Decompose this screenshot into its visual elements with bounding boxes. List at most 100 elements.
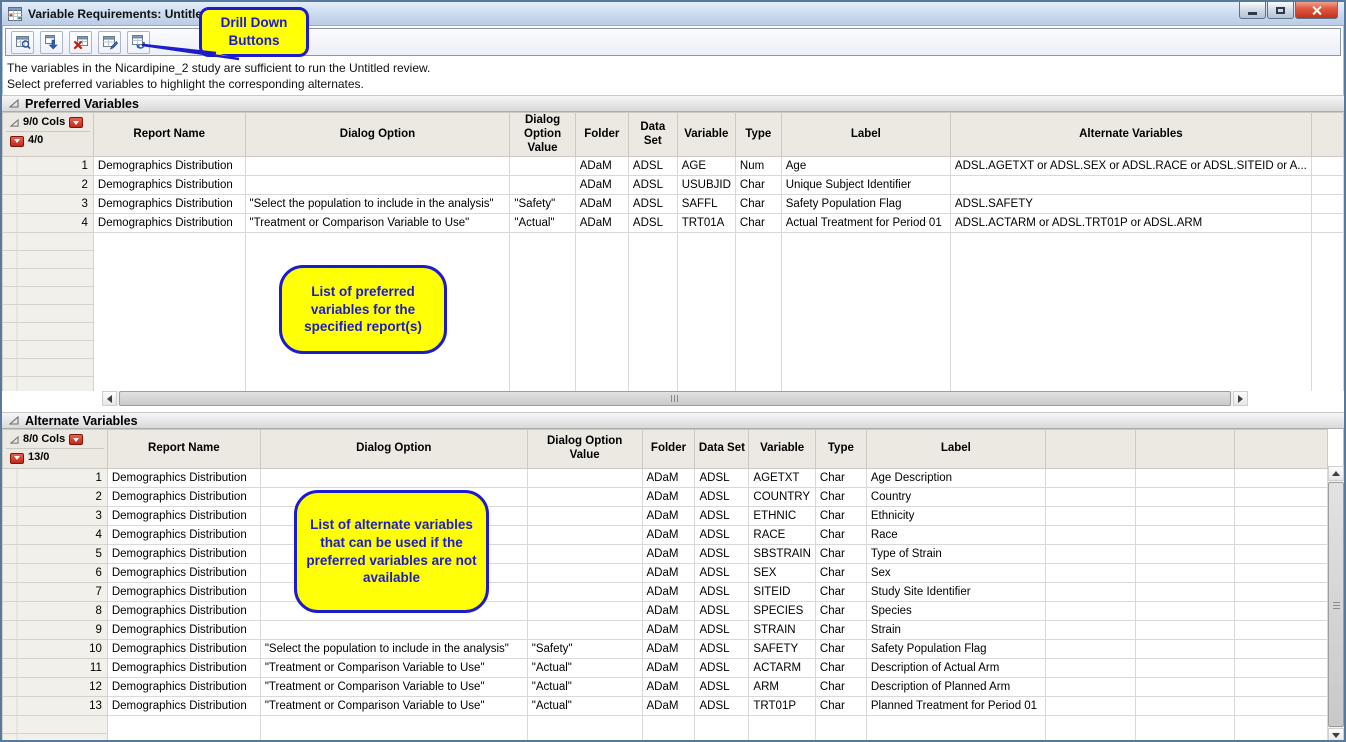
row-number[interactable]: 10 xyxy=(3,640,108,659)
cell-label[interactable] xyxy=(866,716,1045,734)
cell-data-set[interactable] xyxy=(628,305,677,323)
cell-data-set[interactable]: ADSL xyxy=(628,214,677,233)
minimize-button[interactable] xyxy=(1239,2,1266,19)
cell-dialog-option-value[interactable] xyxy=(527,526,642,545)
cell-report-name[interactable] xyxy=(93,359,245,377)
table-row[interactable] xyxy=(3,341,1344,359)
cell-data-set[interactable]: ADSL xyxy=(695,659,749,678)
cell-dialog-option[interactable] xyxy=(260,734,527,742)
cell-dialog-option-value[interactable] xyxy=(527,621,642,640)
cell-dialog-option-value[interactable]: "Actual" xyxy=(527,678,642,697)
cell-label[interactable] xyxy=(781,233,950,251)
cell-data-set[interactable]: ADSL xyxy=(695,526,749,545)
cell-dialog-option-value[interactable] xyxy=(510,359,575,377)
cell-variable[interactable] xyxy=(677,287,735,305)
cell-label[interactable]: Study Site Identifier xyxy=(866,583,1045,602)
horizontal-scrollbar[interactable] xyxy=(102,391,1248,406)
cell-data-set[interactable] xyxy=(628,287,677,305)
cell-folder[interactable]: ADaM xyxy=(642,621,695,640)
cell-folder[interactable]: ADaM xyxy=(642,659,695,678)
cell-alternate-variables[interactable]: ADSL.AGETXT or ADSL.SEX or ADSL.RACE or … xyxy=(950,157,1311,176)
cell-dialog-option-value[interactable] xyxy=(527,507,642,526)
cell-type[interactable] xyxy=(735,251,781,269)
cell-dialog-option-value[interactable]: "Actual" xyxy=(510,214,575,233)
cell-data-set[interactable]: ADSL xyxy=(695,583,749,602)
table-row[interactable] xyxy=(3,251,1344,269)
cell-label[interactable]: Safety Population Flag xyxy=(781,195,950,214)
cell-label[interactable]: Species xyxy=(866,602,1045,621)
cell-type[interactable]: Char xyxy=(815,526,866,545)
cell-folder[interactable]: ADaM xyxy=(642,640,695,659)
table-row[interactable] xyxy=(3,359,1344,377)
cell-type[interactable] xyxy=(815,716,866,734)
cell-label[interactable]: Sex xyxy=(866,564,1045,583)
cell-data-set[interactable]: ADSL xyxy=(695,602,749,621)
cell-data-set[interactable]: ADSL xyxy=(695,564,749,583)
cell-dialog-option-value[interactable] xyxy=(510,157,575,176)
cell-variable[interactable]: SPECIES xyxy=(749,602,816,621)
scroll-left-button[interactable] xyxy=(102,391,117,406)
cell-alternate-variables[interactable] xyxy=(950,305,1311,323)
cell-alternate-variables[interactable] xyxy=(950,269,1311,287)
cell-label[interactable] xyxy=(781,305,950,323)
cell-type[interactable] xyxy=(735,287,781,305)
cell-label[interactable] xyxy=(781,341,950,359)
row-number[interactable]: 4 xyxy=(3,214,94,233)
cell-report-name[interactable]: Demographics Distribution xyxy=(107,488,260,507)
cell-variable[interactable]: RACE xyxy=(749,526,816,545)
row-number[interactable]: 3 xyxy=(3,195,94,214)
cell-variable[interactable]: SAFETY xyxy=(749,640,816,659)
cell-label[interactable]: Age Description xyxy=(866,469,1045,488)
cell-dialog-option-value[interactable] xyxy=(527,602,642,621)
cell-report-name[interactable]: Demographics Distribution xyxy=(107,678,260,697)
cell-alternate-variables[interactable] xyxy=(950,233,1311,251)
cell-folder[interactable] xyxy=(575,377,628,391)
cell-dialog-option-value[interactable] xyxy=(510,287,575,305)
column-header-dialog-option-value[interactable]: Dialog Option Value xyxy=(527,430,642,469)
cell-folder[interactable]: ADaM xyxy=(642,602,695,621)
column-header-label[interactable]: Label xyxy=(866,430,1045,469)
cell-data-set[interactable] xyxy=(628,251,677,269)
cell-folder[interactable] xyxy=(575,287,628,305)
cell-report-name[interactable]: Demographics Distribution xyxy=(107,507,260,526)
table-row[interactable]: 2 Demographics Distribution ADaM ADSL US… xyxy=(3,176,1344,195)
cell-report-name[interactable] xyxy=(93,287,245,305)
horizontal-scroll-thumb[interactable] xyxy=(119,391,1231,406)
row-number[interactable]: 7 xyxy=(3,583,108,602)
row-number[interactable]: 2 xyxy=(3,488,108,507)
table-row[interactable]: 11 Demographics Distribution "Treatment … xyxy=(3,659,1328,678)
cell-report-name[interactable]: Demographics Distribution xyxy=(107,469,260,488)
table-row[interactable]: 5 Demographics Distribution ADaM ADSL SB… xyxy=(3,545,1328,564)
rows-menu-icon[interactable] xyxy=(10,136,24,147)
cell-dialog-option-value[interactable] xyxy=(527,583,642,602)
row-number[interactable] xyxy=(3,269,94,287)
cell-variable[interactable]: SBSTRAIN xyxy=(749,545,816,564)
column-header-folder[interactable]: Folder xyxy=(642,430,695,469)
cell-data-set[interactable] xyxy=(628,377,677,391)
cell-report-name[interactable] xyxy=(93,251,245,269)
cell-folder[interactable]: ADaM xyxy=(642,545,695,564)
cell-dialog-option[interactable] xyxy=(245,233,510,251)
column-header-label[interactable]: Label xyxy=(781,113,950,157)
alternate-variables-section-header[interactable]: Alternate Variables xyxy=(2,412,1344,429)
cell-dialog-option-value[interactable] xyxy=(527,469,642,488)
cell-data-set[interactable]: ADSL xyxy=(628,157,677,176)
table-row[interactable]: 7 Demographics Distribution ADaM ADSL SI… xyxy=(3,583,1328,602)
cell-dialog-option[interactable] xyxy=(260,716,527,734)
row-number[interactable] xyxy=(3,377,94,391)
cell-data-set[interactable]: ADSL xyxy=(695,469,749,488)
cell-folder[interactable]: ADaM xyxy=(642,678,695,697)
cell-dialog-option-value[interactable]: "Actual" xyxy=(527,697,642,716)
row-number[interactable]: 12 xyxy=(3,678,108,697)
row-number[interactable] xyxy=(3,716,108,734)
column-header-type[interactable]: Type xyxy=(815,430,866,469)
cell-dialog-option-value[interactable] xyxy=(510,305,575,323)
cell-dialog-option[interactable]: "Select the population to include in the… xyxy=(260,640,527,659)
cell-report-name[interactable] xyxy=(93,305,245,323)
cell-report-name[interactable]: Demographics Distribution xyxy=(107,564,260,583)
cell-variable[interactable]: AGETXT xyxy=(749,469,816,488)
cell-variable[interactable]: STRAIN xyxy=(749,621,816,640)
column-header-dialog-option[interactable]: Dialog Option xyxy=(245,113,510,157)
columns-menu-icon[interactable] xyxy=(69,434,83,445)
cell-alternate-variables[interactable] xyxy=(950,323,1311,341)
